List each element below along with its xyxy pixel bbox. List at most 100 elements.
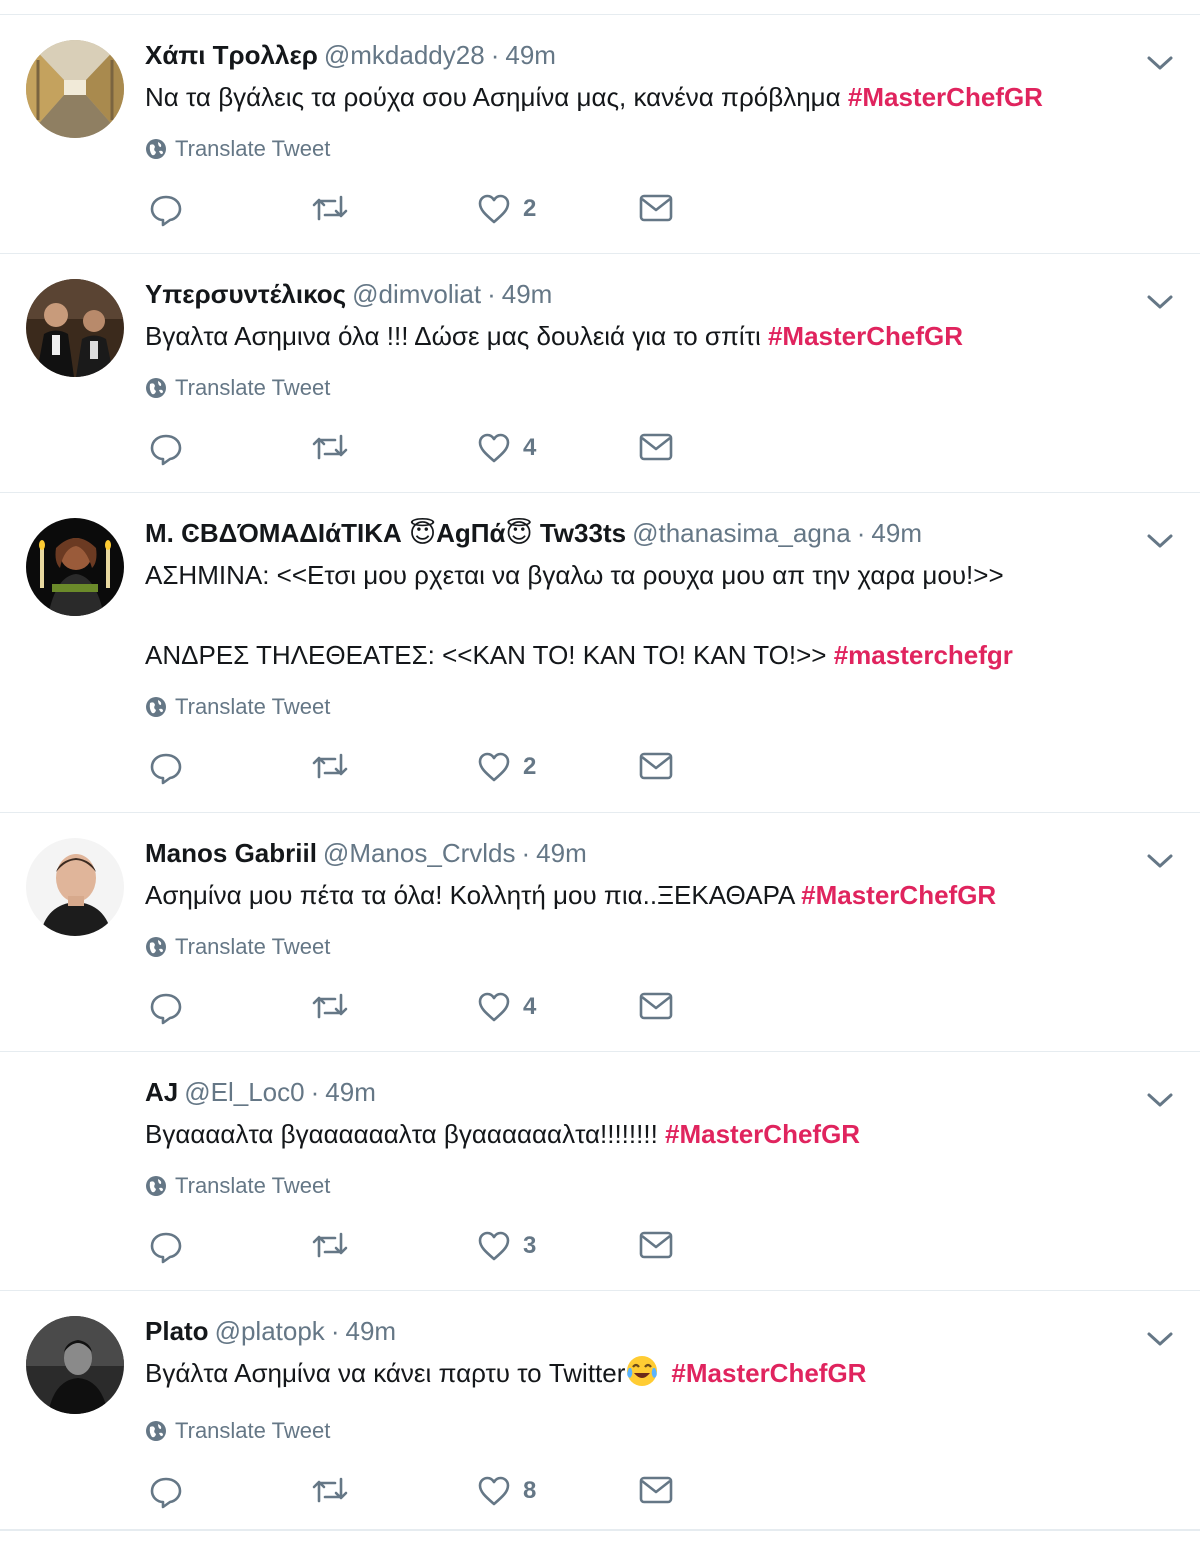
direct-message-button[interactable] xyxy=(639,1230,673,1260)
tweet-text-body: Βγάλτα Ασημίνα να κάνει παρτυ το Twitter xyxy=(145,1358,626,1388)
reply-button[interactable] xyxy=(149,193,183,227)
reply-button[interactable] xyxy=(149,1230,183,1264)
tweet-feed: Χάπι Τρολλερ @mkdaddy28 · 49m Να τα βγάλεις… xyxy=(0,0,1200,1547)
avatar[interactable] xyxy=(26,1316,124,1414)
avatar[interactable] xyxy=(26,279,124,377)
chevron-down-icon[interactable] xyxy=(1146,851,1174,871)
direct-message-button[interactable] xyxy=(639,193,673,223)
retweet-button[interactable] xyxy=(311,1475,349,1505)
avatar[interactable] xyxy=(26,518,124,616)
retweet-icon xyxy=(312,195,348,221)
translate-tweet-link[interactable]: Translate Tweet xyxy=(145,374,1140,402)
display-name[interactable]: AJ xyxy=(145,1077,178,1107)
chevron-down-icon[interactable] xyxy=(1146,1090,1174,1110)
timestamp[interactable]: 49m xyxy=(505,40,556,70)
tweet[interactable]: Μ. ϾΒΔΌΜΑΔΙάΤΙΚΑ 😇ΑgΠά😇 Tw33ts @thanasima… xyxy=(0,493,1200,813)
hashtag-link[interactable]: #MasterChefGR xyxy=(848,82,1043,112)
user-handle[interactable]: @Manos_Crvlds xyxy=(323,838,516,868)
like-button[interactable]: 8 xyxy=(477,1475,536,1507)
translate-tweet-link[interactable]: Translate Tweet xyxy=(145,693,1140,721)
timestamp[interactable]: 49m xyxy=(536,838,587,868)
reply-button[interactable] xyxy=(149,432,183,466)
direct-message-button[interactable] xyxy=(639,1475,673,1505)
timestamp[interactable]: 49m xyxy=(502,279,553,309)
display-name[interactable]: Plato xyxy=(145,1316,209,1346)
reply-icon xyxy=(150,753,182,785)
display-name[interactable]: Υπερσυντέλικος xyxy=(145,279,346,309)
reply-button[interactable] xyxy=(149,991,183,1025)
chevron-down-icon[interactable] xyxy=(1146,292,1174,312)
tweet[interactable]: AJ @El_Loc0 · 49m Βγααααλτα βγααααααλτα βγα… xyxy=(0,1052,1200,1291)
separator: · xyxy=(521,838,531,868)
chevron-down-icon[interactable] xyxy=(1146,1329,1174,1349)
tears-of-joy-icon xyxy=(625,1354,659,1399)
separator: · xyxy=(490,40,500,70)
tweet-actions: 2 xyxy=(145,193,1140,237)
reply-icon xyxy=(150,195,182,227)
display-name[interactable]: Μ. ϾΒΔΌΜΑΔΙάΤΙΚΑ 😇ΑgΠά😇 Tw33ts xyxy=(145,518,626,548)
hashtag-link[interactable]: #MasterChefGR xyxy=(801,880,996,910)
tweet[interactable]: Υπερσυντέλικος @dimvoliat · 49m Βγαλτα Ασημ… xyxy=(0,254,1200,493)
globe-icon xyxy=(146,139,166,159)
retweet-button[interactable] xyxy=(311,1230,349,1260)
retweet-icon xyxy=(312,753,348,779)
avatar[interactable] xyxy=(26,838,124,936)
tweet[interactable]: Manos Gabriil @Manos_Crvlds · 49m Ασημίνα μ… xyxy=(0,813,1200,1052)
display-name[interactable]: Manos Gabriil xyxy=(145,838,317,868)
translate-tweet-link[interactable]: Translate Tweet xyxy=(145,135,1140,163)
translate-tweet-link[interactable]: Translate Tweet xyxy=(145,1417,1140,1445)
like-count: 8 xyxy=(523,1477,537,1504)
like-count: 4 xyxy=(523,434,537,461)
user-handle[interactable]: @El_Loc0 xyxy=(184,1077,304,1107)
hashtag-link[interactable]: #MasterChefGR xyxy=(665,1119,860,1149)
tweet-text: Βγαλτα Ασημινα όλα !!! Δώσε μας δουλειά … xyxy=(145,316,1140,356)
retweet-button[interactable] xyxy=(311,432,349,462)
direct-message-button[interactable] xyxy=(639,432,673,462)
tweet-text-body: Ασημίνα μου πέτα τα όλα! Κολλητή μου πια… xyxy=(145,880,802,910)
hashtag-link[interactable]: #MasterChefGR xyxy=(671,1358,866,1388)
tweet-actions: 4 xyxy=(145,991,1140,1035)
like-button[interactable]: 4 xyxy=(477,432,536,464)
display-name[interactable]: Χάπι Τρολλερ xyxy=(145,40,318,70)
user-handle[interactable]: @platopk xyxy=(215,1316,325,1346)
user-handle[interactable]: @thanasima_agna xyxy=(632,518,851,548)
direct-message-button[interactable] xyxy=(639,751,673,781)
timestamp[interactable]: 49m xyxy=(325,1077,376,1107)
hashtag-link[interactable]: #masterchefgr xyxy=(834,640,1013,670)
envelope-icon xyxy=(639,1476,673,1504)
like-button[interactable]: 2 xyxy=(477,751,536,783)
heart-icon xyxy=(478,433,510,463)
envelope-icon xyxy=(639,1231,673,1259)
timestamp[interactable]: 49m xyxy=(345,1316,396,1346)
tweet[interactable]: Plato @platopk · 49m Βγάλτα Ασημίνα να κάνε… xyxy=(0,1291,1200,1530)
hashtag-link[interactable]: #MasterChefGR xyxy=(768,321,963,351)
tweet-text-body: Βγααααλτα βγααααααλτα βγααααααλτα!!!!!!!… xyxy=(145,1119,666,1149)
tweet[interactable]: Χάπι Τρολλερ @mkdaddy28 · 49m Να τα βγάλεις… xyxy=(0,15,1200,254)
chevron-down-icon[interactable] xyxy=(1146,531,1174,551)
chevron-down-icon[interactable] xyxy=(1146,53,1174,73)
direct-message-button[interactable] xyxy=(639,991,673,1021)
globe-icon xyxy=(146,378,166,398)
retweet-button[interactable] xyxy=(311,751,349,781)
tweet-header: Manos Gabriil @Manos_Crvlds · 49m xyxy=(145,837,1140,869)
retweet-button[interactable] xyxy=(311,991,349,1021)
reply-button[interactable] xyxy=(149,751,183,785)
like-button[interactable]: 2 xyxy=(477,193,536,225)
user-handle[interactable]: @mkdaddy28 xyxy=(324,40,485,70)
tweet-text-body: Να τα βγάλεις τα ρούχα σου Ασημίνα μας, … xyxy=(145,82,848,112)
translate-tweet-link[interactable]: Translate Tweet xyxy=(145,1172,1140,1200)
translate-tweet-link[interactable]: Translate Tweet xyxy=(145,933,1140,961)
avatar[interactable] xyxy=(26,40,124,138)
user-handle[interactable]: @dimvoliat xyxy=(352,279,481,309)
like-button[interactable]: 3 xyxy=(477,1230,536,1262)
separator: · xyxy=(487,279,496,309)
reply-button[interactable] xyxy=(149,1475,183,1509)
like-button[interactable]: 4 xyxy=(477,991,536,1023)
reply-icon xyxy=(150,1477,182,1509)
globe-icon xyxy=(146,1176,166,1196)
tweet-header: Μ. ϾΒΔΌΜΑΔΙάΤΙΚΑ 😇ΑgΠά😇 Tw33ts @thanasima… xyxy=(145,517,1140,549)
timestamp[interactable]: 49m xyxy=(871,518,922,548)
like-count: 3 xyxy=(523,1232,537,1259)
retweet-button[interactable] xyxy=(311,193,349,223)
tweet-header: AJ @El_Loc0 · 49m xyxy=(145,1076,1140,1108)
